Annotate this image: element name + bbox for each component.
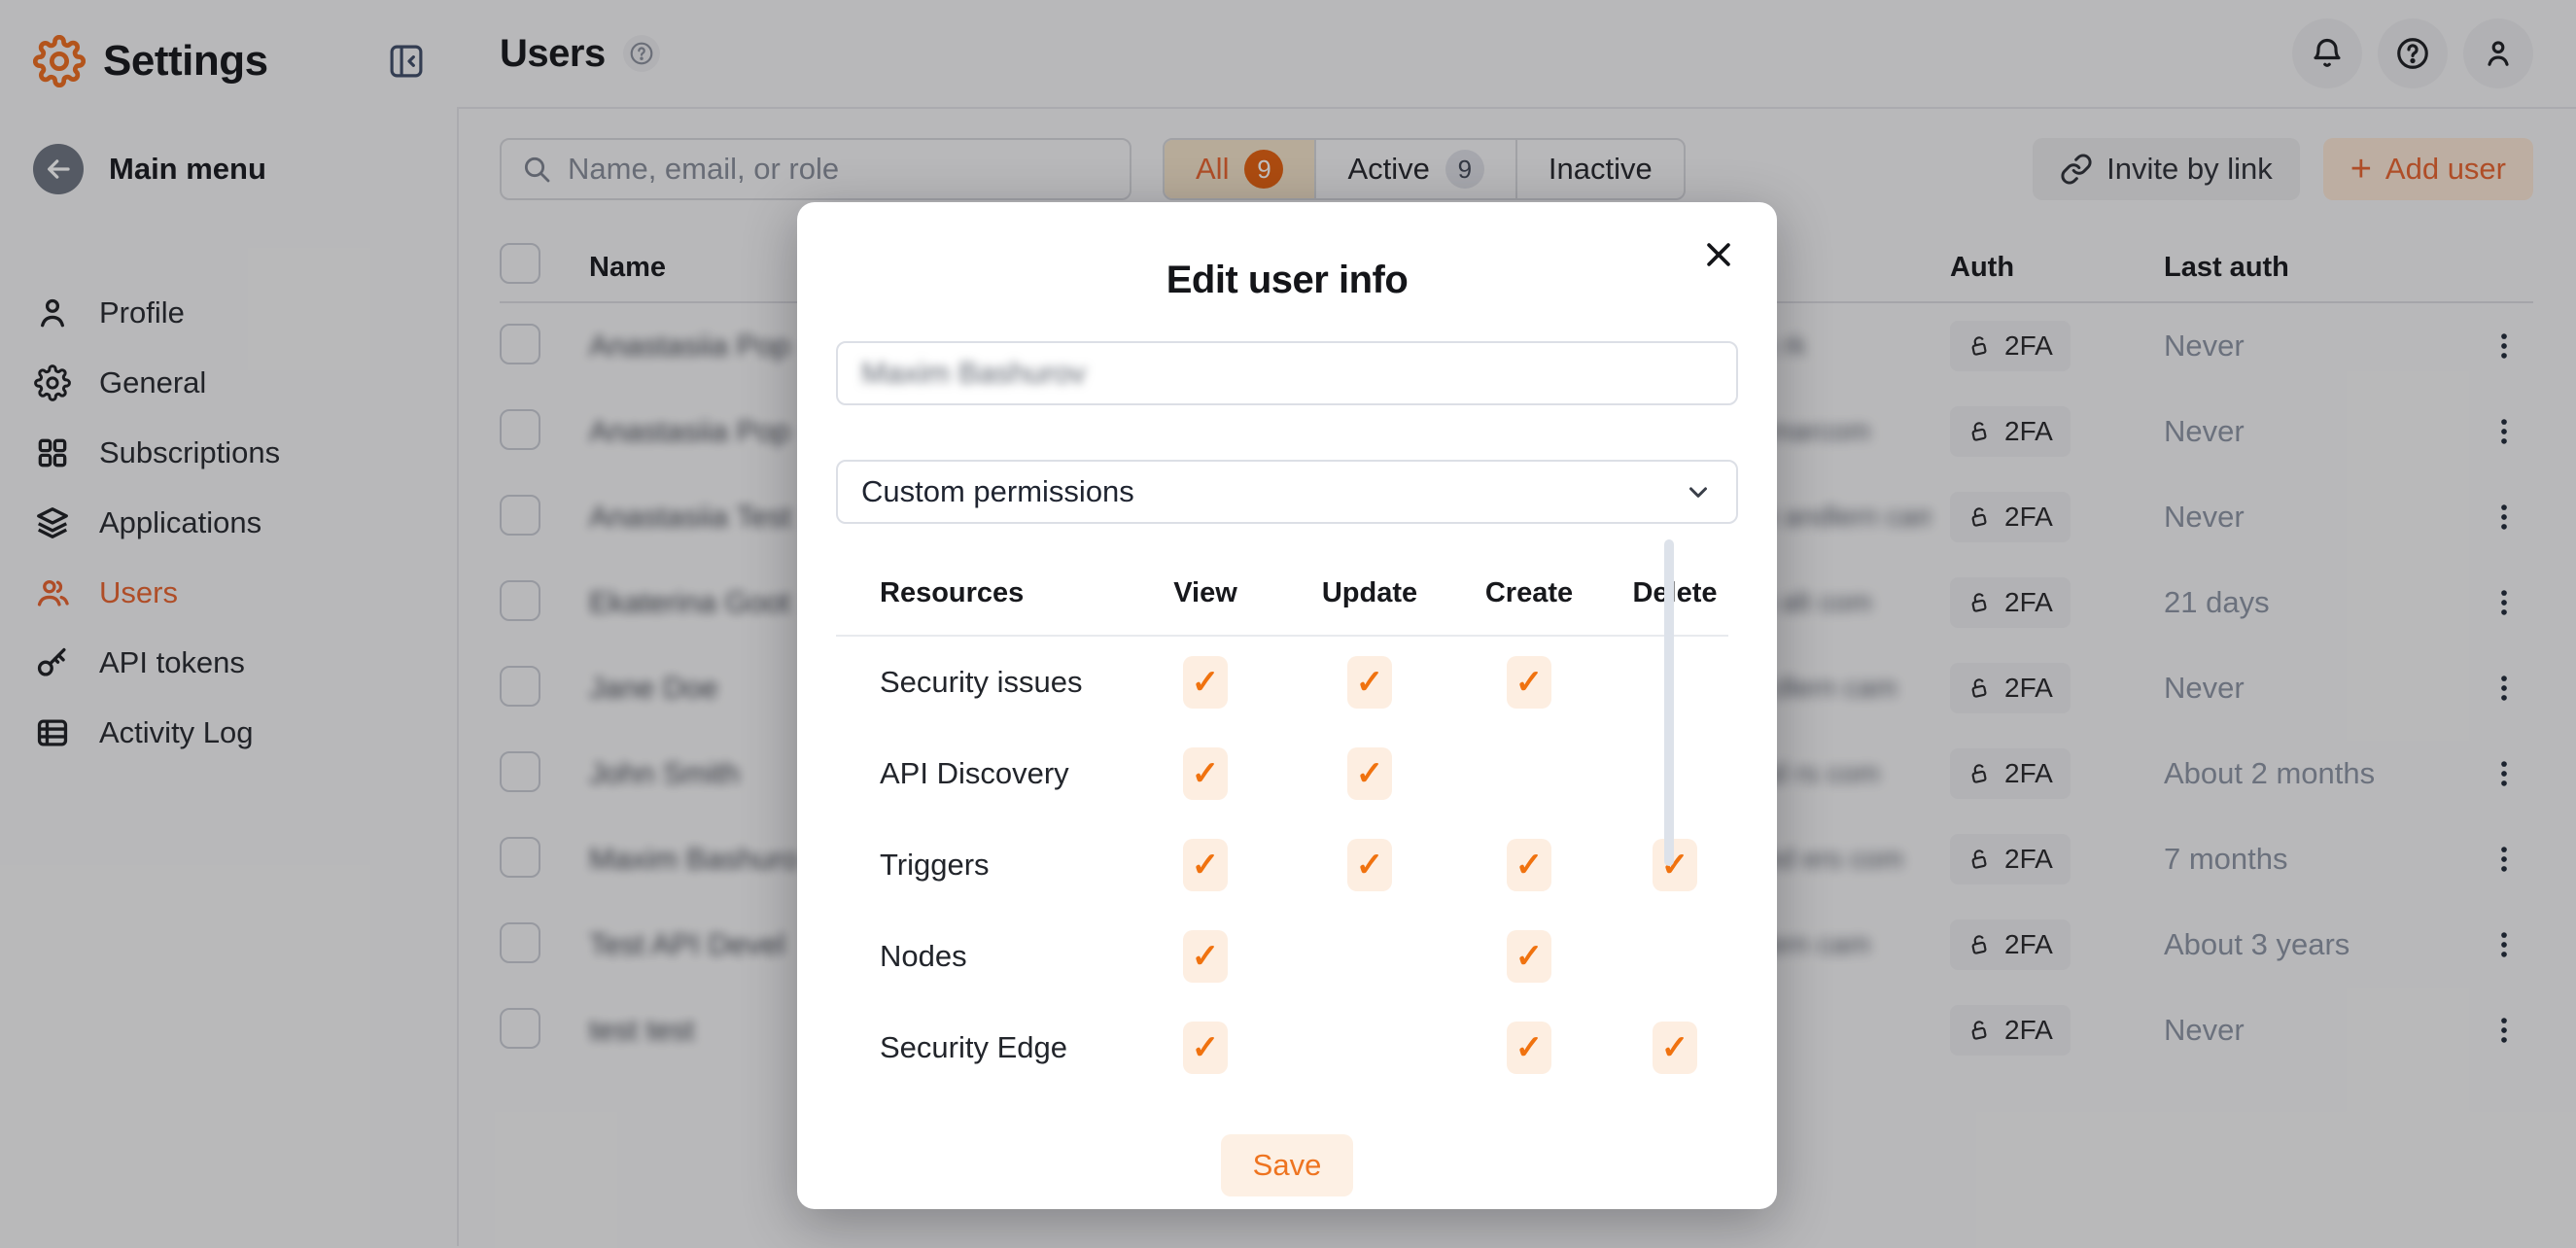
perm-col-create: Create [1451,577,1607,609]
delete-checkbox[interactable] [1653,656,1697,709]
permission-row: API Discovery ✓ ✓ [836,728,1738,819]
perm-col-resources: Resources [880,577,1123,609]
resource-label: Nodes [880,939,1123,974]
permission-row: Security Edge ✓ ✓ ✓ [836,1002,1738,1093]
create-checkbox[interactable]: ✓ [1507,930,1551,983]
user-name-value-blurred: Maxim Bashurov [861,356,1086,391]
user-name-input[interactable]: Maxim Bashurov [836,341,1738,405]
view-checkbox[interactable]: ✓ [1183,747,1228,800]
delete-checkbox[interactable] [1653,930,1697,983]
save-button[interactable]: Save [1221,1134,1353,1196]
settings-app: Settings Main menu Profile General Subsc [0,0,2576,1248]
modal-scrollbar[interactable] [1664,539,1674,866]
selected-role: Custom permissions [861,474,1134,509]
permission-row: Triggers ✓ ✓ ✓ ✓ [836,819,1738,911]
update-checkbox[interactable] [1347,1022,1392,1074]
create-checkbox[interactable]: ✓ [1507,656,1551,709]
permission-row: Nodes ✓ ✓ [836,911,1738,1002]
delete-checkbox[interactable] [1653,747,1697,800]
create-checkbox[interactable]: ✓ [1507,839,1551,891]
view-checkbox[interactable]: ✓ [1183,656,1228,709]
delete-checkbox[interactable]: ✓ [1653,1022,1697,1074]
close-icon[interactable] [1699,235,1738,274]
view-checkbox[interactable]: ✓ [1183,839,1228,891]
view-checkbox[interactable]: ✓ [1183,930,1228,983]
resource-label: Security Edge [880,1030,1123,1065]
permission-row: Security issues ✓ ✓ ✓ [836,637,1738,728]
permissions-role-select[interactable]: Custom permissions [836,460,1738,524]
perm-col-update: Update [1288,577,1451,609]
delete-checkbox[interactable]: ✓ [1653,839,1697,891]
resource-label: Triggers [880,848,1123,883]
update-checkbox[interactable] [1347,930,1392,983]
resource-label: Security issues [880,665,1123,700]
modal-title: Edit user info [836,259,1738,302]
resource-label: API Discovery [880,756,1123,791]
perm-col-view: View [1123,577,1288,609]
perm-col-delete: Delete [1607,577,1743,609]
permissions-header-row: Resources View Update Create Delete [836,565,1738,621]
update-checkbox[interactable]: ✓ [1347,656,1392,709]
chevron-down-icon [1684,477,1713,506]
create-checkbox[interactable] [1507,747,1551,800]
create-checkbox[interactable]: ✓ [1507,1022,1551,1074]
update-checkbox[interactable]: ✓ [1347,839,1392,891]
edit-user-modal: Edit user info Maxim Bashurov Custom per… [797,202,1777,1209]
view-checkbox[interactable]: ✓ [1183,1022,1228,1074]
permissions-table: Resources View Update Create Delete Secu… [836,565,1738,1093]
update-checkbox[interactable]: ✓ [1347,747,1392,800]
